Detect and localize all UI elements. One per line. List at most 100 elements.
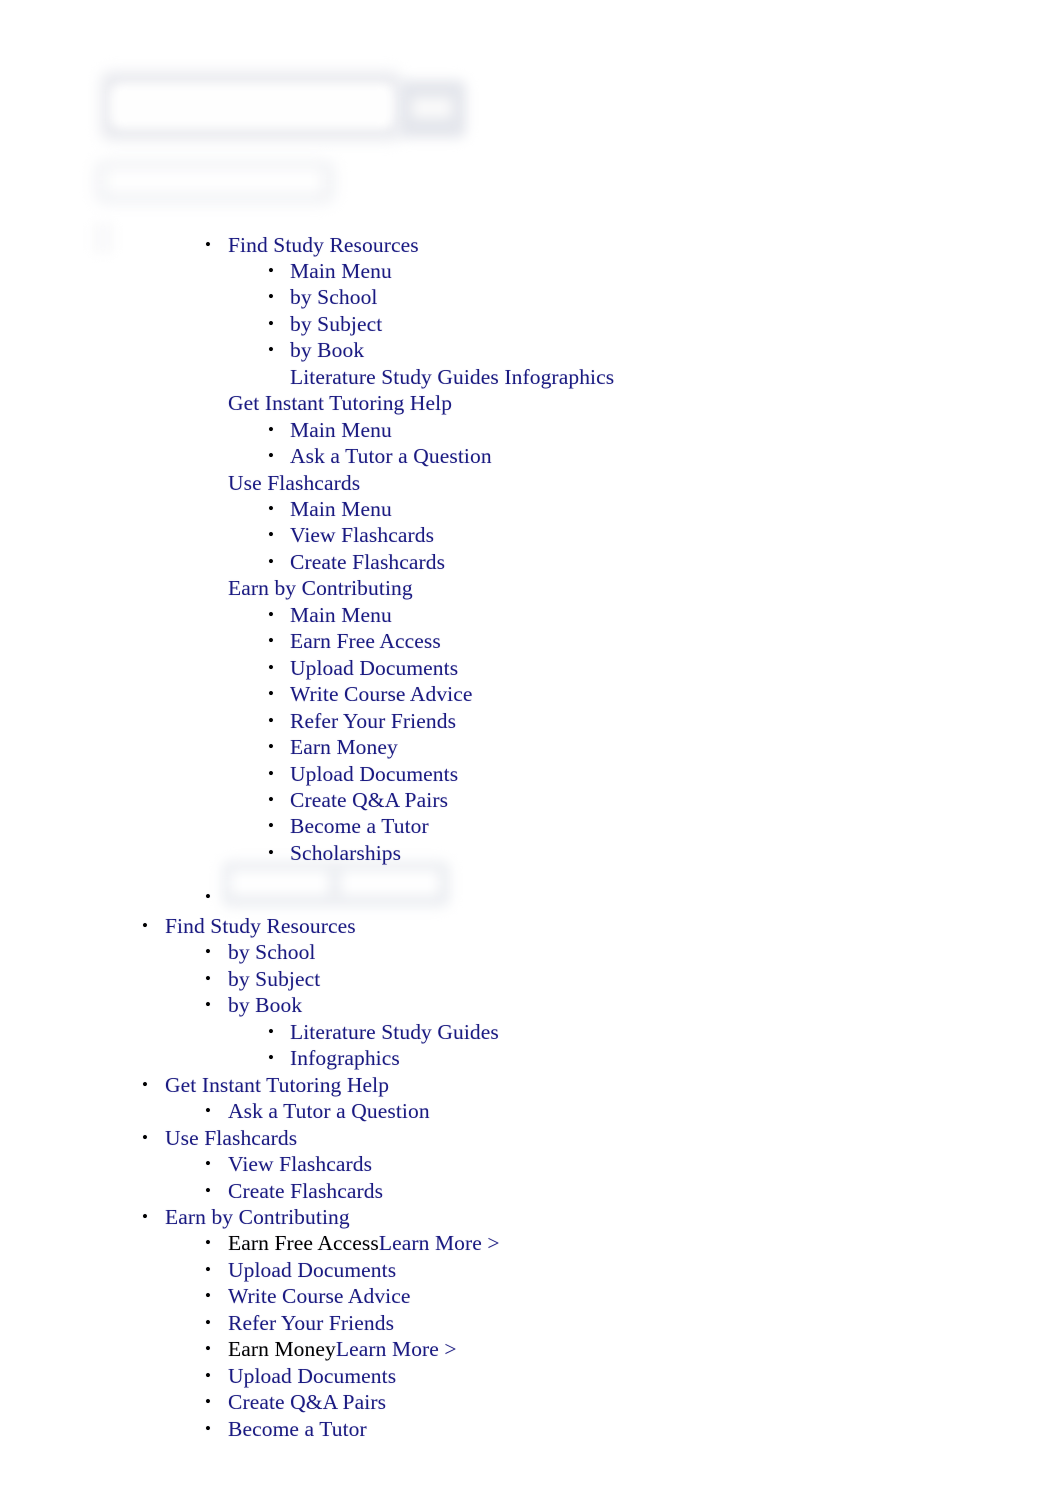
nav-item[interactable]: • Earn Money (268, 734, 398, 760)
nav-section-title[interactable]: Earn by Contributing (228, 575, 413, 601)
nav-item-label: Write Course Advice (290, 682, 473, 707)
list-bullet-icon: • (268, 446, 275, 466)
nav-item-label: Upload Documents (228, 1257, 397, 1282)
nav-item-label: Create Flashcards (228, 1178, 384, 1203)
list-bullet-icon: • (268, 551, 275, 571)
nav-item[interactable]: • Refer Your Friends (268, 708, 457, 734)
left-edge-artifact (92, 222, 114, 254)
nav-item-label: Become a Tutor (290, 814, 429, 839)
list-bullet-icon: • (268, 657, 275, 677)
nav-item[interactable]: • by School (268, 284, 378, 310)
list-bullet-icon: • (205, 1286, 212, 1306)
list-bullet-icon: • (205, 887, 212, 906)
nav-item-label: Create Flashcards (290, 549, 446, 574)
learn-more-link[interactable]: Learn More > (336, 1336, 457, 1362)
nav-item-label: Upload Documents (290, 655, 459, 680)
list-bullet-icon: • (205, 942, 212, 962)
nav-section-title[interactable]: • Get Instant Tutoring Help (142, 1072, 390, 1098)
nav-item[interactable]: • Write Course Advice (268, 681, 473, 707)
nav-item[interactable]: Literature Study Guides Infographics (290, 364, 614, 390)
list-bullet-icon: • (205, 1233, 212, 1253)
nav-section-title[interactable]: • Find Study Resources (205, 232, 419, 258)
search-submit-button[interactable] (398, 80, 466, 138)
nav-section-title[interactable]: Use Flashcards (228, 470, 360, 496)
nav-section-title-label: Find Study Resources (165, 914, 356, 938)
secondary-input-field[interactable] (95, 160, 335, 204)
nav-item-label: Earn Money (290, 735, 398, 760)
nav-item[interactable]: • Main Menu (268, 602, 392, 628)
nav-item[interactable]: • View Flashcards (205, 1151, 373, 1177)
nav-section-title-label: Earn by Contributing (165, 1204, 350, 1229)
nav-item[interactable]: • Write Course Advice (205, 1283, 411, 1309)
nav-item[interactable]: • Ask a Tutor a Question (205, 1098, 430, 1124)
nav-item[interactable]: • Main Menu (268, 496, 392, 522)
nav-item[interactable]: • by School (205, 939, 316, 965)
nav-item-label: Main Menu (290, 417, 392, 442)
inline-button-right[interactable] (341, 871, 439, 895)
nav-item[interactable]: • Scholarships (268, 840, 401, 866)
nav-item[interactable]: • Create Flashcards (268, 549, 446, 575)
nav-item-label: Main Menu (290, 602, 392, 627)
nav-item[interactable]: • View Flashcards (268, 522, 435, 548)
nav-item-label: Refer Your Friends (290, 708, 457, 733)
nav-item-label: Earn Free Access (290, 629, 441, 654)
nav-item-label: by Book (290, 338, 365, 363)
list-bullet-icon: • (268, 684, 275, 704)
list-bullet-icon: • (205, 1392, 212, 1412)
nav-section-title[interactable]: • Use Flashcards (142, 1125, 297, 1151)
search-input[interactable] (113, 86, 391, 126)
nav-item[interactable]: • Upload Documents (205, 1257, 397, 1283)
nav-item[interactable]: • Become a Tutor (268, 813, 429, 839)
list-bullet-icon: • (142, 1127, 149, 1147)
learn-more-link[interactable]: Learn More > (379, 1230, 500, 1256)
nav-item[interactable]: • Upload Documents (205, 1363, 397, 1389)
list-bullet-icon: • (268, 763, 275, 783)
nav-item[interactable]: • by Book (205, 992, 302, 1018)
nav-item[interactable]: • Create Flashcards (205, 1178, 384, 1204)
nav-item-label: Literature Study Guides Infographics (290, 364, 615, 389)
nav-item[interactable]: • Refer Your Friends (205, 1310, 394, 1336)
nav-item[interactable]: • Upload Documents (268, 655, 459, 681)
nav-item[interactable]: • by Book (268, 337, 365, 363)
list-bullet-icon: • (268, 525, 275, 545)
nav-item[interactable]: • Main Menu (268, 417, 392, 443)
nav-item-label: by School (228, 940, 316, 965)
nav-item[interactable]: • Earn MoneyLearn More > (205, 1336, 457, 1362)
nav-section-title-label: Use Flashcards (228, 470, 361, 495)
list-bullet-icon: • (205, 1339, 212, 1359)
inline-button-left[interactable] (231, 871, 329, 895)
nav-item[interactable]: • Create Q&A Pairs (205, 1389, 387, 1415)
nav-section-title[interactable]: • Earn by Contributing (142, 1204, 350, 1230)
nav-item[interactable]: • by Subject (205, 966, 320, 992)
nav-item-label: View Flashcards (228, 1152, 373, 1177)
nav-item[interactable]: • Become a Tutor (205, 1416, 367, 1442)
list-bullet-icon: • (268, 604, 275, 624)
list-bullet-icon: • (268, 340, 275, 360)
list-bullet-icon: • (268, 260, 275, 280)
nav-item[interactable]: • Earn Free AccessLearn More > (205, 1230, 500, 1256)
nav-item[interactable]: • by Subject (268, 311, 382, 337)
nav-item[interactable]: • Upload Documents (268, 761, 458, 787)
list-bullet-icon: • (142, 1206, 149, 1226)
list-bullet-icon: • (205, 968, 212, 988)
nav-item-label: by School (290, 285, 378, 310)
nav-subitem[interactable]: • Infographics (268, 1045, 400, 1071)
list-bullet-icon: • (205, 1418, 212, 1438)
nav-item[interactable]: • Ask a Tutor a Question (268, 443, 492, 469)
nav-section-title-label: Get Instant Tutoring Help (228, 391, 453, 416)
list-bullet-icon: • (205, 1365, 212, 1385)
nav-subitem[interactable]: • Literature Study Guides (268, 1019, 499, 1045)
nav-item[interactable]: • Main Menu (268, 258, 392, 284)
nav-item-label: Upload Documents (228, 1363, 397, 1388)
list-bullet-icon: • (268, 419, 275, 439)
nav-item-label: Become a Tutor (228, 1416, 367, 1441)
nav-section-title[interactable]: Get Instant Tutoring Help (228, 390, 452, 416)
nav-item-label: Write Course Advice (228, 1284, 411, 1309)
nav-item-label: Create Q&A Pairs (228, 1390, 387, 1415)
list-bullet-icon: • (268, 1048, 275, 1068)
nav-item[interactable]: • Earn Free Access (268, 628, 441, 654)
nav-item[interactable]: • Create Q&A Pairs (268, 787, 448, 813)
nav-item-label: View Flashcards (290, 523, 435, 548)
nav-section-title[interactable]: • Find Study Resources (142, 913, 356, 939)
nav-section-title-label: Get Instant Tutoring Help (165, 1072, 390, 1097)
